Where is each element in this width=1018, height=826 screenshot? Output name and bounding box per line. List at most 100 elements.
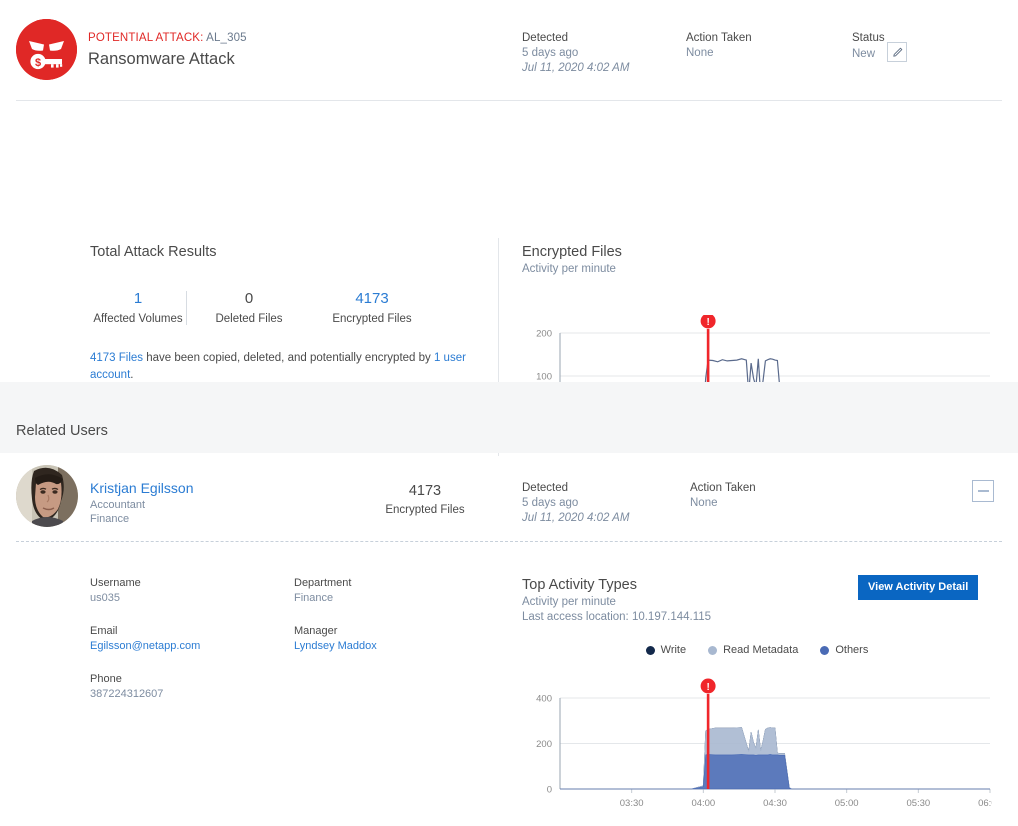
field-manager-label: Manager <box>294 624 474 639</box>
stat-affected-volumes-label: Affected Volumes <box>90 310 186 328</box>
field-manager: Manager Lyndsey Maddox <box>294 624 474 654</box>
minus-square-icon <box>978 490 989 492</box>
field-email-label: Email <box>90 624 270 639</box>
alert-meta-detected: Detected 5 days ago Jul 11, 2020 4:02 AM <box>522 31 629 76</box>
user-meta-action-label: Action Taken <box>690 481 756 496</box>
field-username: Username us035 <box>90 576 270 606</box>
stat-deleted-files: 0 Deleted Files <box>186 288 312 328</box>
field-department-value: Finance <box>294 591 474 606</box>
pencil-icon <box>892 47 903 58</box>
stat-deleted-files-label: Deleted Files <box>186 310 312 328</box>
stat-deleted-files-value: 0 <box>186 288 312 310</box>
related-user-identity: Kristjan Egilsson Accountant Finance <box>90 479 194 526</box>
field-phone: Phone 387224312607 <box>90 672 270 702</box>
legend-dot-others <box>820 646 829 655</box>
encrypted-files-title: Encrypted Files <box>522 242 992 262</box>
alert-marker-icon: ! <box>701 315 716 329</box>
field-phone-value: 387224312607 <box>90 687 270 702</box>
field-phone-label: Phone <box>90 672 270 687</box>
legend-label-others: Others <box>835 643 868 657</box>
legend-item-others[interactable]: Others <box>820 643 868 657</box>
activity-chart-legend: Write Read Metadata Others <box>522 643 992 657</box>
edit-status-button[interactable] <box>887 42 907 62</box>
avatar <box>16 465 78 527</box>
svg-text:400: 400 <box>536 694 552 705</box>
related-users-band <box>0 382 1018 453</box>
field-department: Department Finance <box>294 576 474 606</box>
user-encrypted-files-count: 4173 Encrypted Files <box>370 481 480 519</box>
alert-meta-action-label: Action Taken <box>686 31 752 46</box>
field-username-label: Username <box>90 576 270 591</box>
summary-section: Total Attack Results 1 Affected Volumes … <box>0 101 1018 381</box>
user-meta-detected-value: 5 days ago <box>522 496 629 511</box>
last-access-location: Last access location: 10.197.144.115 <box>522 610 992 625</box>
user-name-link[interactable]: Kristjan Egilsson <box>90 479 194 498</box>
legend-item-write[interactable]: Write <box>646 643 686 657</box>
user-department: Finance <box>90 512 194 526</box>
svg-text:06:00: 06:00 <box>978 798 992 809</box>
attack-description-end: . <box>130 369 133 381</box>
attack-description: 4173 Files have been copied, deleted, an… <box>90 350 490 384</box>
legend-dot-write <box>646 646 655 655</box>
user-fields-right: Department Finance Manager Lyndsey Maddo… <box>294 576 474 672</box>
stat-affected-volumes: 1 Affected Volumes <box>90 288 186 328</box>
svg-text:05:00: 05:00 <box>835 798 859 809</box>
svg-text:200: 200 <box>536 739 552 750</box>
svg-text:!: ! <box>706 317 709 328</box>
user-encrypted-files-label: Encrypted Files <box>370 501 480 519</box>
user-meta-detected-timestamp: Jul 11, 2020 4:02 AM <box>522 511 629 526</box>
alert-meta-detected-value: 5 days ago <box>522 46 629 61</box>
user-fields-left: Username us035 Email Egilsson@netapp.com… <box>90 576 270 720</box>
svg-text:200: 200 <box>536 329 552 340</box>
field-email: Email Egilsson@netapp.com <box>90 624 270 654</box>
alert-meta-action-taken: Action Taken None <box>686 31 752 61</box>
status-badge: New <box>852 47 875 62</box>
user-meta-detected-label: Detected <box>522 481 629 496</box>
top-activity-types-chart: 0 200 400 03:30 04:00 04:30 05:00 05:30 06:00! <box>522 676 992 821</box>
field-email-value[interactable]: Egilsson@netapp.com <box>90 639 270 654</box>
field-department-label: Department <box>294 576 474 591</box>
alert-meta-detected-timestamp: Jul 11, 2020 4:02 AM <box>522 61 629 76</box>
stat-encrypted-files: 4173 Encrypted Files <box>312 288 432 328</box>
stat-encrypted-files-value: 4173 <box>312 288 432 310</box>
ransomware-alert-page: $ POTENTIAL ATTACK: AL_305 Ransomware At… <box>0 0 1018 826</box>
alert-title-block: POTENTIAL ATTACK: AL_305 Ransomware Atta… <box>88 31 247 70</box>
alert-meta-detected-label: Detected <box>522 31 629 46</box>
svg-text:100: 100 <box>536 372 552 383</box>
legend-label-read-metadata: Read Metadata <box>723 643 798 657</box>
svg-text:0: 0 <box>547 785 552 796</box>
svg-text:04:00: 04:00 <box>691 798 715 809</box>
svg-text:!: ! <box>706 682 709 693</box>
user-meta-action-value: None <box>690 496 756 511</box>
user-role: Accountant <box>90 498 194 512</box>
user-meta-detected: Detected 5 days ago Jul 11, 2020 4:02 AM <box>522 481 629 526</box>
collapse-user-button[interactable] <box>972 480 994 502</box>
svg-text:$: $ <box>35 57 41 69</box>
alert-marker-icon: ! <box>701 679 716 694</box>
alert-header: $ POTENTIAL ATTACK: AL_305 Ransomware At… <box>0 0 1018 100</box>
stat-encrypted-files-label: Encrypted Files <box>312 310 432 328</box>
alert-meta-action-value: None <box>686 46 752 61</box>
view-activity-detail-button[interactable]: View Activity Detail <box>858 575 978 600</box>
files-link[interactable]: 4173 Files <box>90 352 143 364</box>
legend-item-read-metadata[interactable]: Read Metadata <box>708 643 798 657</box>
related-users-title: Related Users <box>16 421 108 441</box>
alert-kicker: POTENTIAL ATTACK: AL_305 <box>88 31 247 46</box>
field-manager-value[interactable]: Lyndsey Maddox <box>294 639 474 654</box>
user-meta-action-taken: Action Taken None <box>690 481 756 511</box>
alert-kicker-prefix: POTENTIAL ATTACK: <box>88 32 203 44</box>
svg-text:03:30: 03:30 <box>620 798 644 809</box>
attack-description-mid: have been copied, deleted, and potential… <box>143 352 434 364</box>
top-activity-types-chart-svg: 0 200 400 03:30 04:00 04:30 05:00 05:30 06:00! <box>522 676 992 821</box>
page-title: Ransomware Attack <box>88 48 247 70</box>
total-attack-results-title: Total Attack Results <box>90 242 490 262</box>
attack-stats: 1 Affected Volumes 0 Deleted Files 4173 … <box>90 288 490 328</box>
legend-label-write: Write <box>661 643 686 657</box>
legend-dot-read-metadata <box>708 646 717 655</box>
ransomware-angry-face-icon: $ <box>16 19 77 80</box>
svg-text:05:30: 05:30 <box>906 798 930 809</box>
svg-text:04:30: 04:30 <box>763 798 787 809</box>
stat-affected-volumes-value: 1 <box>90 288 186 310</box>
encrypted-files-subtitle: Activity per minute <box>522 262 992 277</box>
alert-meta-status: Status New <box>852 31 907 62</box>
